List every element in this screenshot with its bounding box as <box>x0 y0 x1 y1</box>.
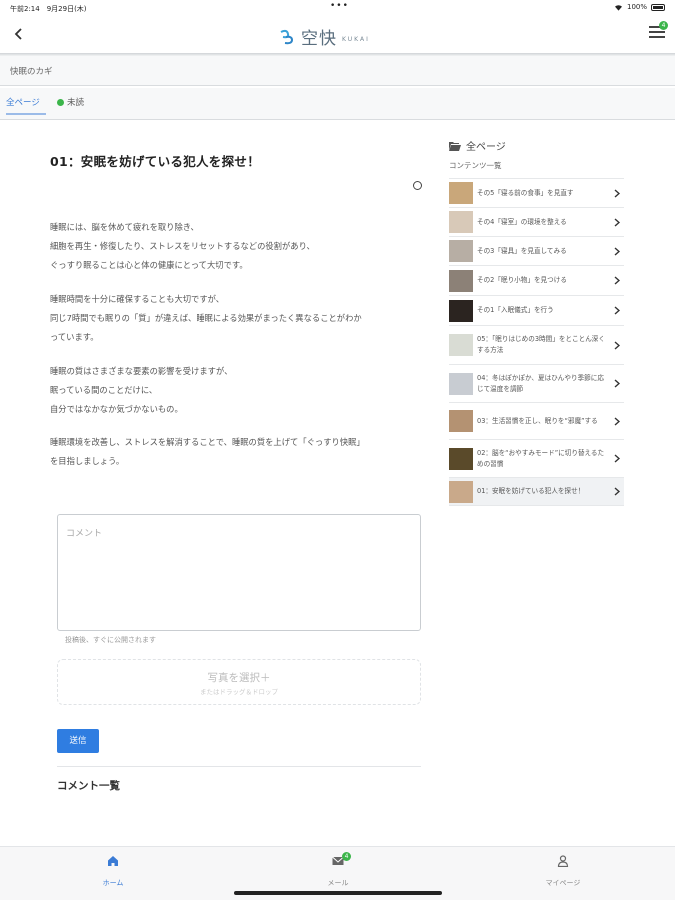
thumbnail-image <box>449 182 473 204</box>
list-item-label: その3「寝具」を見直してみる <box>477 246 567 255</box>
list-item-label: その2「眠り小物」を見つける <box>477 276 567 284</box>
user-icon <box>557 855 569 867</box>
chevron-right-icon <box>614 276 620 285</box>
sidebar-title[interactable]: 全ページ <box>466 138 506 153</box>
list-item[interactable]: 04：冬はぽかぽか、夏はひんやり季節に応じて温度を調節 <box>449 364 624 402</box>
list-item-current[interactable]: 01：安眠を妨げている犯人を探せ！ <box>449 477 624 506</box>
thumbnail-image <box>449 269 473 292</box>
article-paragraph: 睡眠環境を改善し、ストレスを解消することで、睡眠の質を上げて「ぐっすり快眠」 を… <box>50 437 365 466</box>
content-list: その5「寝る前の食事」を見直す その4「寝室」の環境を整える その3「寝具」を見… <box>449 178 624 506</box>
list-item-label: 01：安眠を妨げている犯人を探せ！ <box>477 487 585 495</box>
chevron-right-icon <box>614 188 620 198</box>
breadcrumb-label[interactable]: 快眠のカギ <box>10 65 53 77</box>
status-bar: 午前2:14 9月29日(木) ••• 100% <box>0 0 675 16</box>
list-item[interactable]: 05：「眠りはじめの3時間」をとことん深くする方法 <box>449 325 624 364</box>
logo-text: 空快 <box>301 29 337 49</box>
battery-percent: 100% <box>626 3 647 11</box>
list-item[interactable]: 02：脳を“おやすみモード”に切り替えるための習慣 <box>449 439 624 477</box>
tab-mail-label: メール <box>327 879 349 887</box>
chevron-right-icon <box>614 306 620 315</box>
app-header: 空快 KUKAI 4 <box>0 16 675 54</box>
list-item[interactable]: その1「入眠儀式」を行う <box>449 295 624 325</box>
thumbnail-image <box>449 334 473 356</box>
status-right: 100% <box>614 3 665 11</box>
list-item[interactable]: その2「眠り小物」を見つける <box>449 265 624 295</box>
chevron-right-icon <box>614 487 620 496</box>
read-status-circle-icon[interactable] <box>413 181 422 190</box>
filter-tabs: 全ページ 未読 <box>0 88 675 120</box>
thumbnail-image <box>449 410 473 432</box>
divider <box>57 766 421 767</box>
app-logo: 空快 KUKAI <box>278 24 370 49</box>
back-arrow-icon[interactable] <box>12 26 26 42</box>
chevron-right-icon <box>614 246 620 256</box>
chevron-right-icon <box>614 379 620 388</box>
tab-unread-label: 未読 <box>67 98 85 108</box>
publish-note: 投稿後、すぐに公開されます <box>65 636 156 644</box>
chevron-right-icon <box>614 340 620 350</box>
multitask-dots[interactable]: ••• <box>330 1 349 11</box>
sidebar-subtitle: コンテンツ一覧 <box>449 161 502 170</box>
chevron-right-icon <box>614 217 620 227</box>
article-paragraph: 睡眠の質はさまざまな要素の影響を受けますが、 眠っている間のことだけに、 自分で… <box>50 366 233 414</box>
breadcrumb: 快眠のカギ <box>0 56 675 86</box>
list-item[interactable]: その4「寝室」の環境を整える <box>449 207 624 236</box>
thumbnail-image <box>449 480 473 503</box>
thumbnail-image <box>449 240 473 262</box>
comment-textarea[interactable]: コメント <box>57 514 421 631</box>
menu-badge: 4 <box>659 21 668 30</box>
tab-all-pages[interactable]: 全ページ <box>6 96 46 115</box>
comment-list-title: コメント一覧 <box>57 780 120 792</box>
thumbnail-image <box>449 211 473 233</box>
list-item-label: 02：脳を“おやすみモード”に切り替えるための習慣 <box>477 448 605 468</box>
tab-mail[interactable]: 4 メール <box>308 852 368 889</box>
tab-home-label: ホーム <box>102 879 124 887</box>
tab-mypage[interactable]: マイページ <box>533 855 593 889</box>
photo-upload-dropzone[interactable]: 写真を選択＋ またはドラッグ＆ドロップ <box>57 659 421 705</box>
list-item[interactable]: その5「寝る前の食事」を見直す <box>449 178 624 207</box>
article-paragraph: 睡眠には、脳を休めて疲れを取り除き、 細胞を再生・修復したり、ストレスをリセット… <box>50 222 315 270</box>
send-button[interactable]: 送信 <box>57 729 99 753</box>
page-title: 01：安眠を妨げている犯人を探せ！ <box>50 154 260 169</box>
list-item-label: 05：「眠りはじめの3時間」をとことん深くする方法 <box>477 335 605 354</box>
upload-label: 写真を選択＋ <box>207 672 271 684</box>
sidebar-header: 全ページ <box>449 138 506 153</box>
list-item[interactable]: 03：生活習慣を正し、眠りを“邪魔”する <box>449 402 624 439</box>
tab-home[interactable]: ホーム <box>83 855 143 889</box>
menu-button[interactable]: 4 <box>649 21 668 40</box>
unread-dot-icon <box>57 98 64 106</box>
status-time: 午前2:14 9月29日(木) <box>10 5 87 13</box>
tab-unread[interactable]: 未読 <box>57 96 84 108</box>
thumbnail-image <box>449 372 473 395</box>
folder-open-icon <box>449 141 461 151</box>
tab-mypage-label: マイページ <box>545 879 581 887</box>
list-item-label: その1「入眠儀式」を行う <box>477 306 554 314</box>
thumbnail-image <box>449 299 473 322</box>
article-paragraph: 睡眠時間を十分に確保することも大切ですが、 同じ7時間でも眠りの「質」が違えば、… <box>50 294 362 342</box>
list-item-label: その5「寝る前の食事」を見直す <box>477 188 574 197</box>
battery-icon <box>651 3 665 11</box>
list-item-label: その4「寝室」の環境を整える <box>477 217 567 226</box>
thumbnail-image <box>449 447 473 470</box>
home-indicator[interactable] <box>234 891 442 895</box>
home-icon <box>108 856 118 866</box>
mail-badge: 4 <box>342 852 351 861</box>
wifi-icon <box>614 4 622 11</box>
chevron-right-icon <box>614 454 620 463</box>
logo-subtext: KUKAI <box>342 36 370 43</box>
list-item[interactable]: その3「寝具」を見直してみる <box>449 236 624 265</box>
chevron-right-icon <box>614 416 620 426</box>
upload-sublabel: またはドラッグ＆ドロップ <box>200 688 278 696</box>
list-item-label: 03：生活習慣を正し、眠りを“邪魔”する <box>477 416 598 425</box>
list-item-label: 04：冬はぽかぽか、夏はひんやり季節に応じて温度を調節 <box>477 373 604 393</box>
logo-mark-icon <box>280 29 294 44</box>
comment-placeholder: コメント <box>66 529 103 539</box>
